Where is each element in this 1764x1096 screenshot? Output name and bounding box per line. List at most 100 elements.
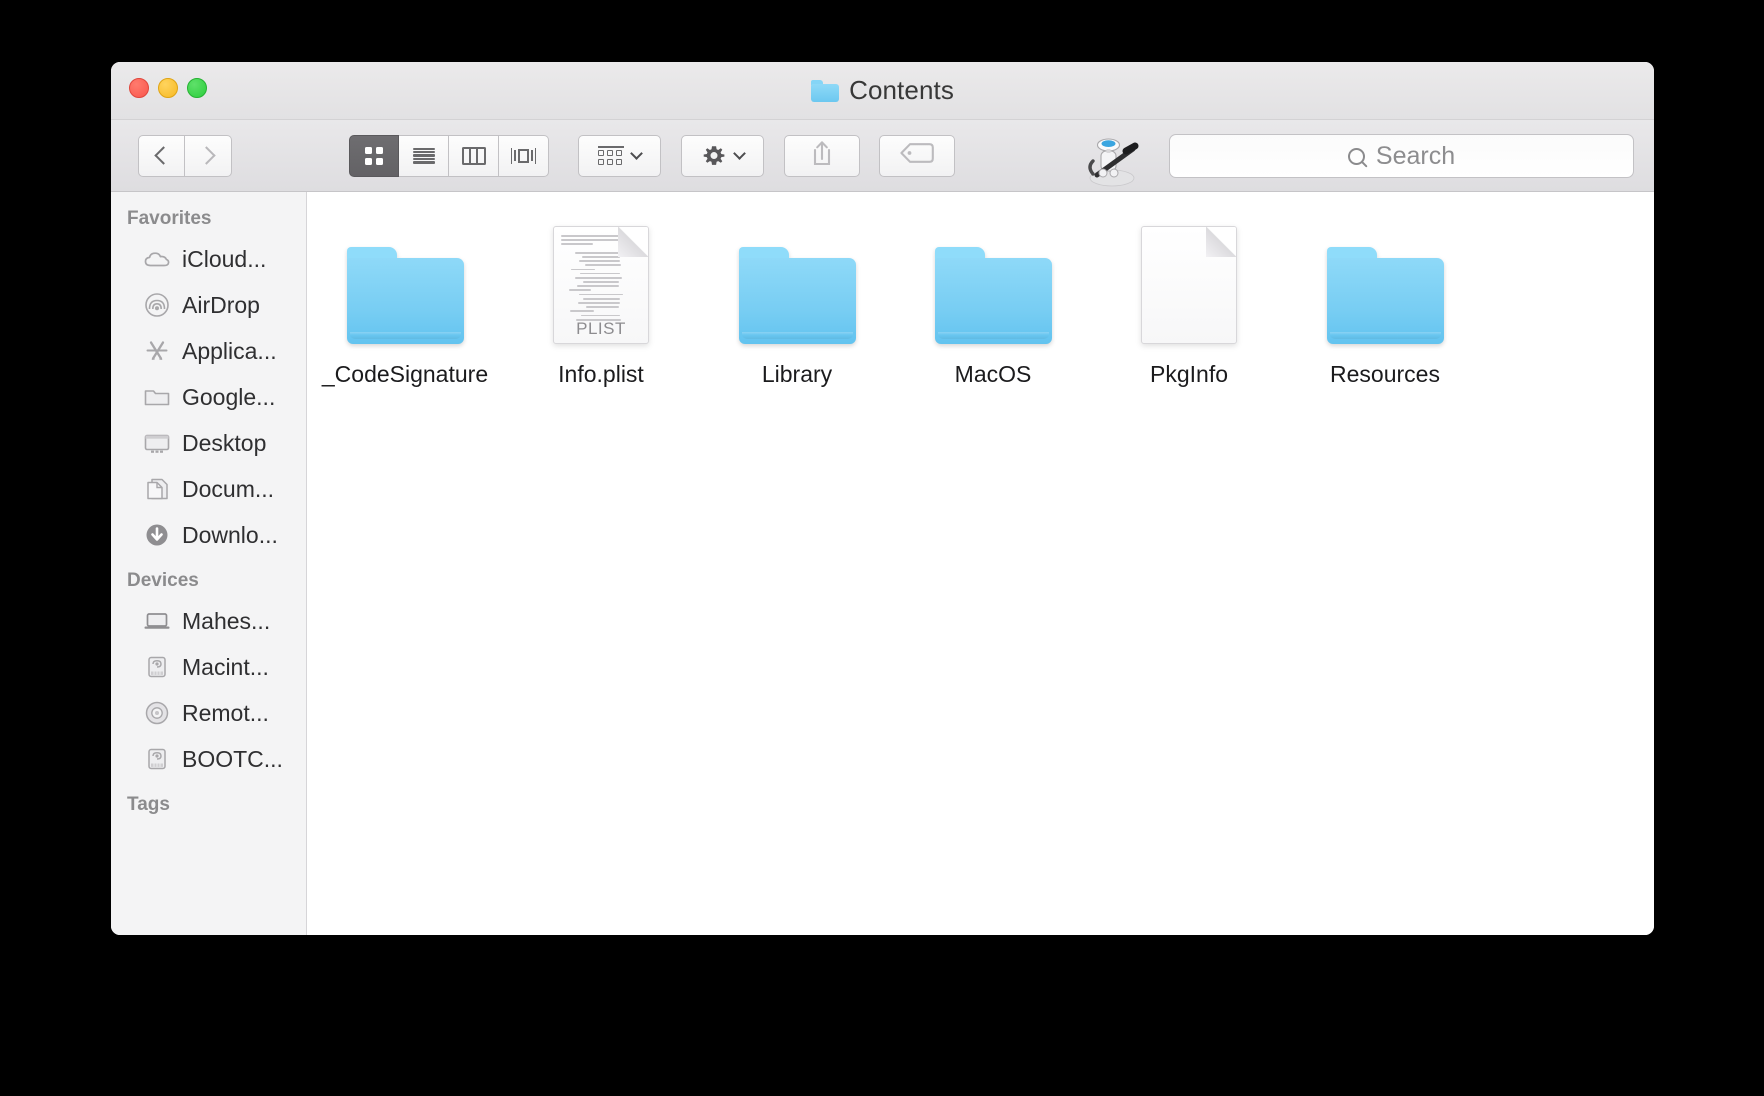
view-mode-segmented-control: [349, 134, 549, 177]
file-item-info-plist[interactable]: PLIST Info.plist: [503, 214, 699, 388]
blank-document-icon: [1141, 226, 1237, 344]
chevron-left-icon: [154, 146, 173, 165]
downloads-icon: [143, 523, 171, 547]
coverflow-view-button[interactable]: [499, 134, 549, 177]
file-item-pkginfo[interactable]: PkgInfo: [1091, 214, 1287, 388]
sidebar-item-applications[interactable]: Applica...: [111, 328, 306, 374]
sidebar-item-desktop[interactable]: Desktop: [111, 420, 306, 466]
search-input[interactable]: Search: [1169, 134, 1634, 178]
share-icon: [810, 139, 834, 172]
sidebar-item-google-drive[interactable]: Google...: [111, 374, 306, 420]
window-title: Contents: [111, 75, 1654, 106]
file-label: MacOS: [954, 361, 1032, 387]
list-view-button[interactable]: [399, 134, 449, 177]
back-button[interactable]: [138, 134, 185, 177]
icon-container: [346, 226, 464, 344]
harddisk-icon: [143, 655, 171, 679]
icon-container: PLIST: [553, 226, 649, 344]
list-icon: [412, 147, 435, 164]
finder-window: Contents Search Favorites iCloud... AirD…: [111, 62, 1654, 935]
sidebar-item-label: BOOTC...: [182, 745, 283, 772]
action-menu-button[interactable]: [681, 134, 764, 177]
sidebar: Favorites iCloud... AirDrop Applica... G…: [111, 192, 307, 935]
arrange-button[interactable]: [578, 134, 661, 177]
folder-icon: [1326, 247, 1444, 344]
sidebar-item-bootcamp[interactable]: BOOTC...: [111, 736, 306, 782]
folder-icon: [811, 79, 840, 102]
page-fold: [1206, 227, 1236, 257]
toolbar: Search: [111, 120, 1654, 192]
grid-icon: [365, 146, 383, 165]
icon-container: [738, 226, 856, 344]
icon-container: [1141, 226, 1237, 344]
file-browser-content[interactable]: _CodeSignature PLIST Info.plist Library …: [307, 192, 1654, 935]
navigation-buttons: [138, 134, 232, 177]
sidebar-item-downloads[interactable]: Downlo...: [111, 512, 306, 558]
sidebar-item-airdrop[interactable]: AirDrop: [111, 282, 306, 328]
gear-icon: [701, 143, 727, 169]
icloud-icon: [143, 247, 171, 271]
window-title-text: Contents: [849, 75, 954, 105]
sidebar-item-label: Mahes...: [182, 607, 271, 634]
page-fold: [618, 227, 648, 257]
sidebar-header-favorites: Favorites: [127, 208, 212, 229]
documents-icon: [143, 477, 171, 501]
plist-badge: PLIST: [576, 319, 626, 338]
column-view-button[interactable]: [449, 134, 499, 177]
tag-button[interactable]: [879, 134, 955, 177]
sidebar-header-devices: Devices: [127, 570, 199, 591]
sidebar-item-label: iCloud...: [182, 245, 267, 272]
coverflow-icon: [510, 147, 537, 165]
sidebar-item-icloud[interactable]: iCloud...: [111, 236, 306, 282]
sidebar-item-label: Remot...: [182, 699, 269, 726]
file-label: Info.plist: [558, 361, 644, 387]
applications-icon: [143, 339, 171, 363]
desktop-icon: [143, 431, 171, 455]
plist-document-icon: PLIST: [553, 226, 649, 344]
airdrop-icon: [143, 293, 171, 317]
automator-robot-icon: [1079, 131, 1145, 187]
chevron-down-icon: [733, 147, 746, 160]
optical-disc-icon: [143, 701, 171, 725]
icon-container: [1326, 226, 1444, 344]
file-label: PkgInfo: [1150, 361, 1228, 387]
laptop-icon: [143, 609, 171, 633]
sidebar-item-label: Macint...: [182, 653, 269, 680]
sidebar-item-label: Downlo...: [182, 521, 278, 548]
file-item-library[interactable]: Library: [699, 214, 895, 388]
sidebar-item-label: AirDrop: [182, 291, 260, 318]
sidebar-item-documents[interactable]: Docum...: [111, 466, 306, 512]
chevron-down-icon: [630, 147, 643, 160]
search-icon: [1347, 147, 1365, 165]
share-button[interactable]: [784, 134, 860, 177]
icon-container: [934, 226, 1052, 344]
folder-icon: [143, 385, 171, 409]
sidebar-header-tags: Tags: [127, 794, 170, 815]
arrange-icon: [598, 146, 624, 165]
file-grid: _CodeSignature PLIST Info.plist Library …: [307, 214, 1654, 388]
file-label: Resources: [1330, 361, 1440, 387]
file-label: _CodeSignature: [321, 361, 489, 387]
chevron-right-icon: [196, 146, 216, 165]
sidebar-item-label: Google...: [182, 383, 276, 410]
sidebar-item-label: Docum...: [182, 475, 275, 502]
tag-icon: [899, 142, 935, 169]
forward-button[interactable]: [185, 134, 232, 177]
folder-icon: [738, 247, 856, 344]
columns-icon: [461, 146, 486, 165]
search-placeholder: Search: [1375, 141, 1456, 170]
sidebar-item-label: Desktop: [182, 429, 267, 456]
sidebar-item-mahes[interactable]: Mahes...: [111, 598, 306, 644]
icon-view-button[interactable]: [349, 134, 399, 177]
window-body: Favorites iCloud... AirDrop Applica... G…: [111, 192, 1654, 935]
sidebar-item-macintosh-hd[interactable]: Macint...: [111, 644, 306, 690]
file-item-macos[interactable]: MacOS: [895, 214, 1091, 388]
folder-icon: [934, 247, 1052, 344]
folder-icon: [346, 247, 464, 344]
harddisk-icon: [143, 747, 171, 771]
sidebar-item-remote-disc[interactable]: Remot...: [111, 690, 306, 736]
file-item-resources[interactable]: Resources: [1287, 214, 1483, 388]
sidebar-item-label: Applica...: [182, 337, 277, 364]
file-item-codesignature[interactable]: _CodeSignature: [307, 214, 503, 388]
file-label: Library: [761, 361, 833, 387]
